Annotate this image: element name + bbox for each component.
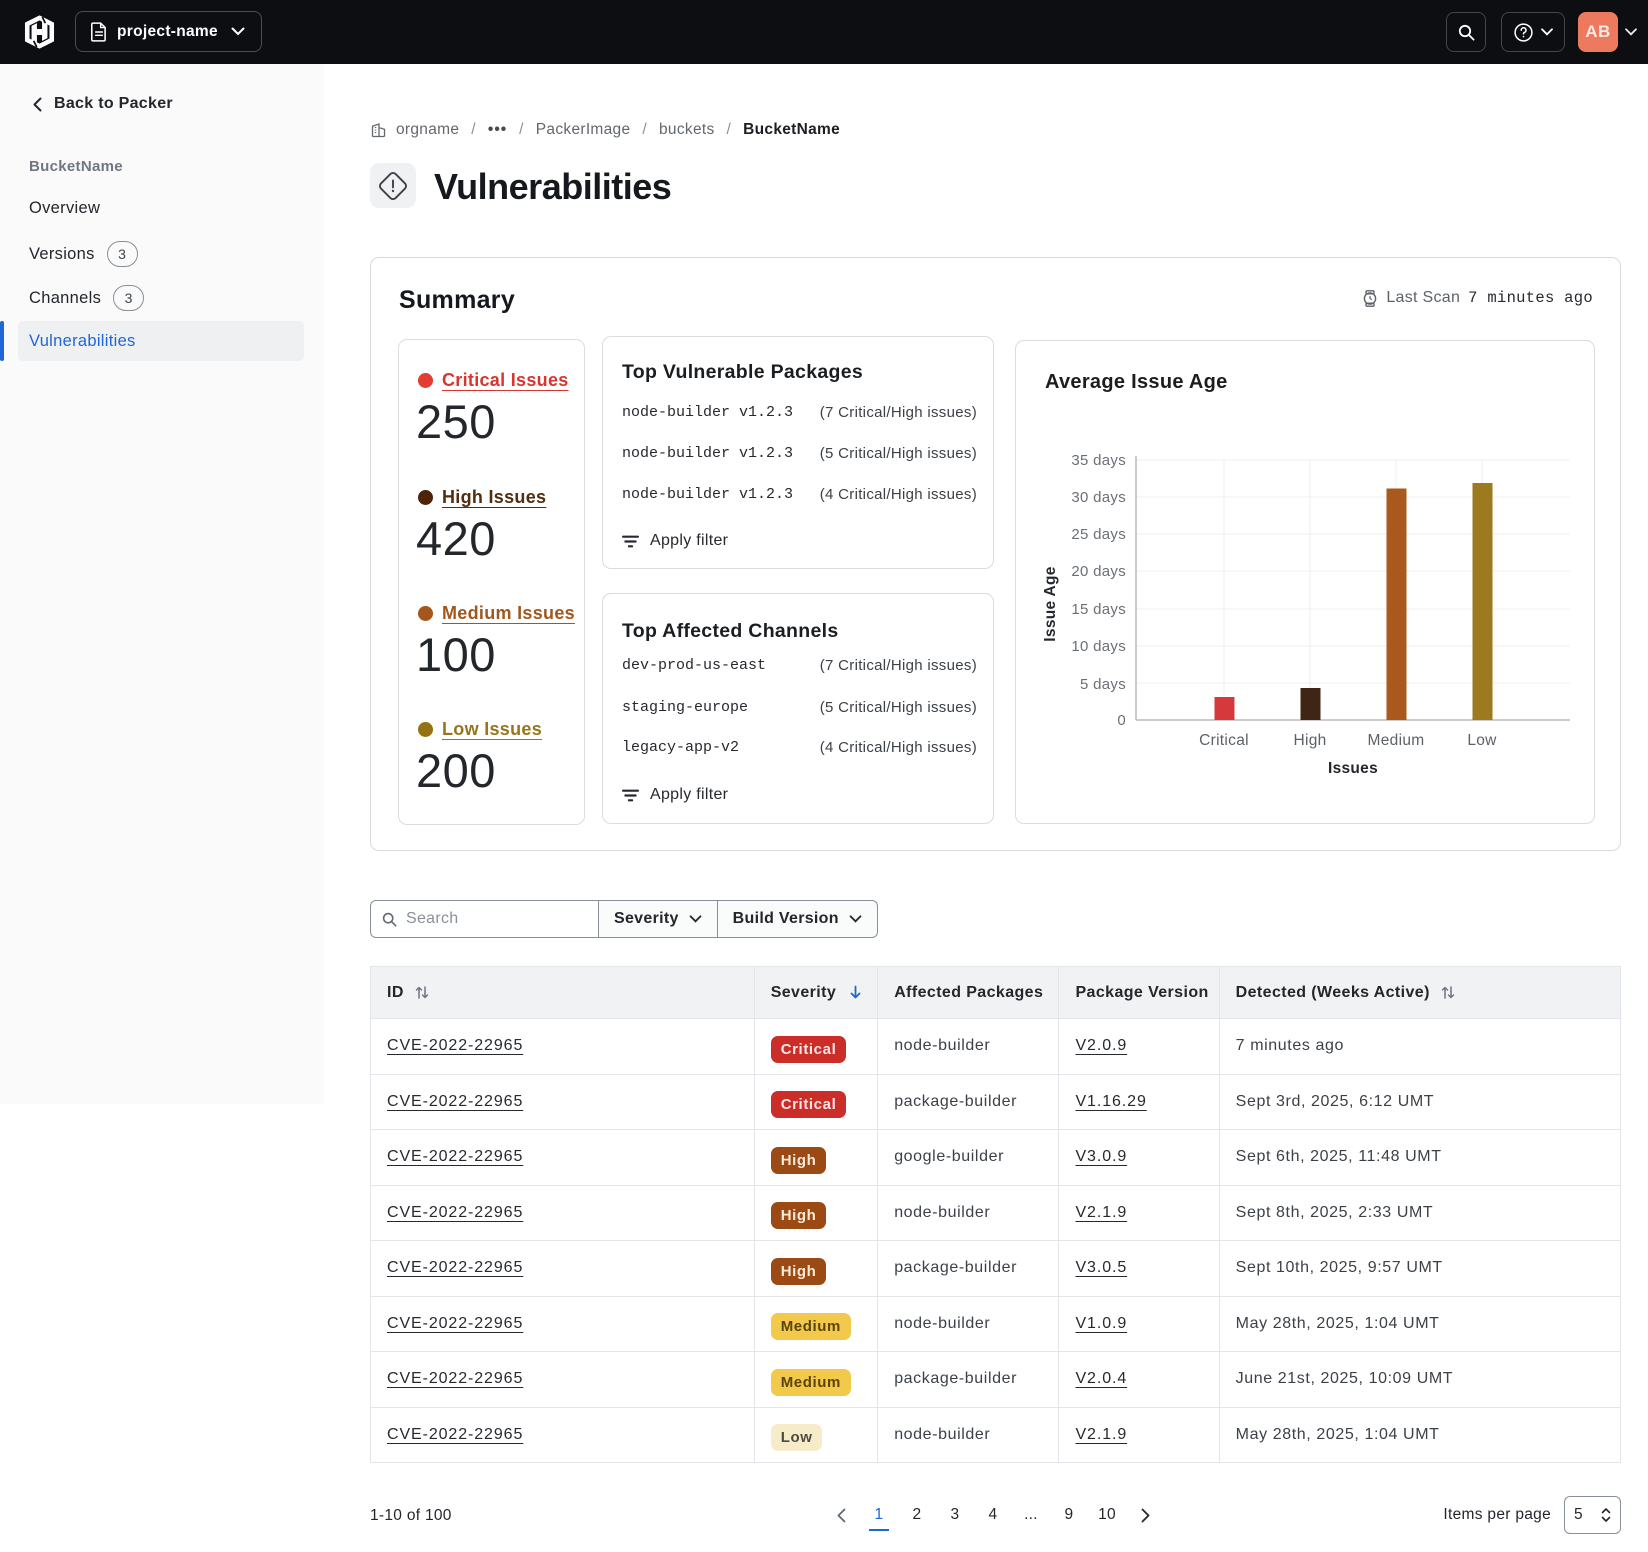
svg-text:15 days: 15 days — [1071, 601, 1126, 618]
svg-text:Medium: Medium — [1368, 732, 1425, 749]
svg-text:High: High — [1293, 732, 1326, 749]
svg-text:5 days: 5 days — [1080, 676, 1126, 693]
svg-text:Issue Age: Issue Age — [1042, 566, 1059, 641]
svg-text:0: 0 — [1117, 712, 1126, 729]
svg-text:Issues: Issues — [1328, 760, 1378, 777]
svg-text:Critical: Critical — [1199, 732, 1249, 749]
svg-text:30 days: 30 days — [1071, 489, 1126, 506]
svg-text:35 days: 35 days — [1071, 452, 1126, 469]
svg-text:25 days: 25 days — [1071, 526, 1126, 543]
svg-text:10 days: 10 days — [1071, 638, 1126, 655]
svg-text:20 days: 20 days — [1071, 563, 1126, 580]
svg-text:Low: Low — [1467, 732, 1497, 749]
